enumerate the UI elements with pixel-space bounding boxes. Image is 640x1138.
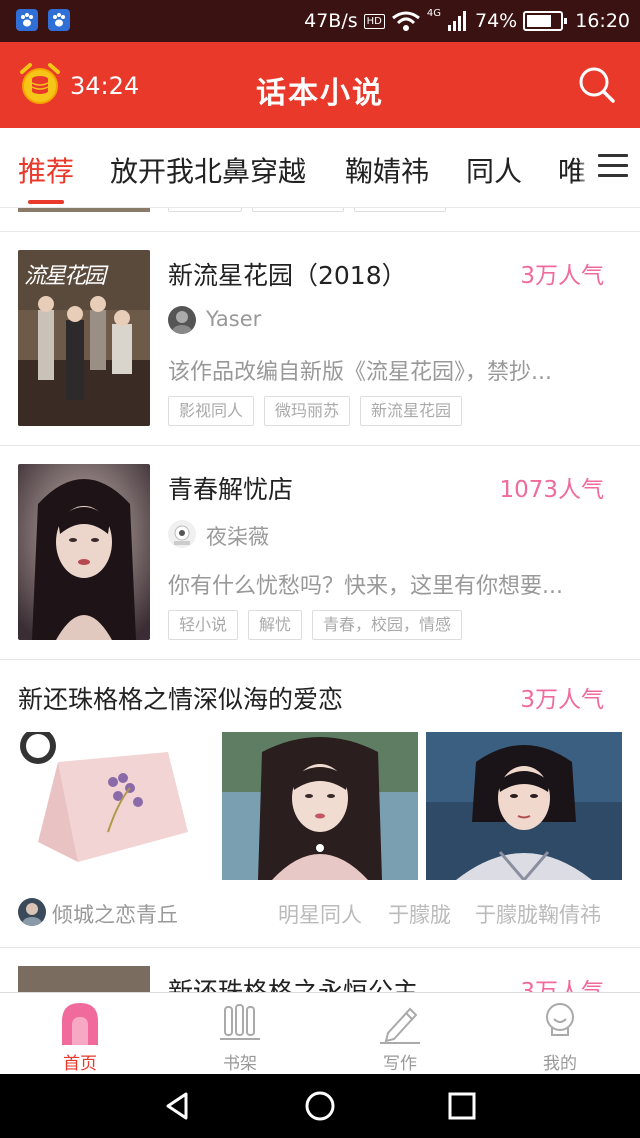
tag[interactable]: 于朦胧鞠倩祎 <box>475 899 601 929</box>
network-type: 4G <box>426 7 441 19</box>
book-cover[interactable] <box>18 464 150 640</box>
book-cover <box>18 208 150 212</box>
tab-fan-fiction[interactable]: 同人 <box>466 150 522 190</box>
nav-write[interactable]: 写作 <box>320 993 480 1075</box>
book-image[interactable] <box>222 732 418 880</box>
profile-icon <box>546 1003 574 1036</box>
status-bar: 47B/s HD 4G 74% 16:20 <box>0 0 640 42</box>
cover-title: 流星花园 <box>24 264 106 289</box>
app-title: 话本小说 <box>256 76 384 111</box>
baidu-paw-icon <box>48 9 70 31</box>
tag <box>354 208 446 212</box>
hd-badge: HD <box>363 13 385 29</box>
featured-book-card[interactable]: 新还珠格格之情深似海的爱恋 3万人气 倾城之恋青丘 明星同人 于朦胧 于朦胧鞠倩… <box>0 658 640 948</box>
tag-list: 轻小说 解忧 青春，校园，情感 <box>168 610 463 640</box>
bookshelf-icon <box>220 1004 260 1040</box>
active-tab-indicator <box>28 200 64 204</box>
tag[interactable]: 解忧 <box>248 610 303 640</box>
author-name[interactable]: Yaser <box>206 307 261 331</box>
menu-icon[interactable] <box>598 154 628 180</box>
nav-label: 我的 <box>543 1054 577 1074</box>
avatar <box>168 306 196 334</box>
book-card[interactable]: 流星花园 新流星花园（2018） 3万人气 Yaser 该作品改编自新版《流星花… <box>0 232 640 446</box>
avatar <box>18 898 46 926</box>
tag[interactable]: 轻小说 <box>168 610 239 640</box>
book-title[interactable]: 青春解忧店 <box>168 470 293 506</box>
battery-percent: 74% <box>475 10 518 32</box>
nav-home[interactable]: 首页 <box>0 993 160 1075</box>
system-navigation-bar <box>0 1074 640 1138</box>
net-speed: 47B/s <box>304 10 358 32</box>
book-image[interactable] <box>426 732 622 880</box>
tag[interactable]: 影视同人 <box>168 396 255 426</box>
app-header: 34:24 话本小说 <box>0 42 640 128</box>
wifi-icon <box>391 11 420 31</box>
tag-list: 影视同人 微玛丽苏 新流星花园 <box>168 396 463 426</box>
recent-apps-icon[interactable] <box>446 1090 478 1122</box>
tab-ju-jingyi[interactable]: 鞠婧祎 <box>345 150 429 190</box>
signal-icon <box>448 11 466 31</box>
nav-label: 写作 <box>383 1054 417 1074</box>
category-tabs: 推荐 放开我北鼻穿越 鞠婧祎 同人 唯 <box>0 128 640 208</box>
search-icon[interactable] <box>578 66 616 104</box>
nav-label: 书架 <box>223 1054 257 1074</box>
tab-time-travel[interactable]: 放开我北鼻穿越 <box>110 150 306 190</box>
bottom-navigation: 首页 书架 写作 我的 <box>0 992 640 1074</box>
book-cover[interactable]: 流星花园 <box>18 250 150 426</box>
clock: 16:20 <box>575 10 630 32</box>
tag[interactable]: 青春，校园，情感 <box>312 610 463 640</box>
baidu-paw-icon <box>16 9 38 31</box>
nav-profile[interactable]: 我的 <box>480 993 640 1075</box>
book-description: 你有什么忧愁吗？快来，这里有你想要... <box>168 574 563 599</box>
book-cover <box>18 966 150 992</box>
list-item[interactable]: 新还珠格格之永恒公主 3万人气 <box>0 966 640 992</box>
home-icon <box>62 1003 98 1045</box>
book-description: 该作品改编自新版《流星花园》，禁抄... <box>168 360 552 385</box>
author-name[interactable]: 倾城之恋青丘 <box>52 899 178 929</box>
book-image[interactable] <box>18 732 214 880</box>
book-title[interactable]: 新还珠格格之情深似海的爱恋 <box>18 680 343 716</box>
book-card[interactable]: 青春解忧店 1073人气 夜柒薇 你有什么忧愁吗？快来，这里有你想要... 轻小… <box>0 446 640 660</box>
nav-bookshelf[interactable]: 书架 <box>160 993 320 1075</box>
tag[interactable]: 新流星花园 <box>360 396 463 426</box>
tag <box>252 208 344 212</box>
tag[interactable]: 明星同人 <box>278 899 362 929</box>
author-name[interactable]: 夜柒薇 <box>206 521 269 551</box>
back-icon[interactable] <box>162 1090 194 1122</box>
popularity: 1073人气 <box>499 477 604 503</box>
popularity: 3万人气 <box>520 687 604 713</box>
book-title[interactable]: 新还珠格格之永恒公主 <box>168 972 418 992</box>
tag[interactable]: 微玛丽苏 <box>264 396 351 426</box>
avatar <box>168 520 196 548</box>
list-item[interactable] <box>0 208 640 232</box>
tag[interactable]: 于朦胧 <box>388 899 451 929</box>
book-title[interactable]: 新流星花园（2018） <box>168 256 407 292</box>
battery-icon <box>523 11 568 31</box>
book-feed[interactable]: 流星花园 新流星花园（2018） 3万人气 Yaser 该作品改编自新版《流星花… <box>0 208 640 992</box>
pen-icon <box>380 1007 420 1044</box>
popularity: 3万人气 <box>520 263 604 289</box>
popularity: 3万人气 <box>520 979 604 992</box>
tab-recommend[interactable]: 推荐 <box>18 150 74 190</box>
home-circle-icon[interactable] <box>304 1090 336 1122</box>
tag <box>168 208 242 212</box>
nav-label: 首页 <box>63 1054 97 1074</box>
